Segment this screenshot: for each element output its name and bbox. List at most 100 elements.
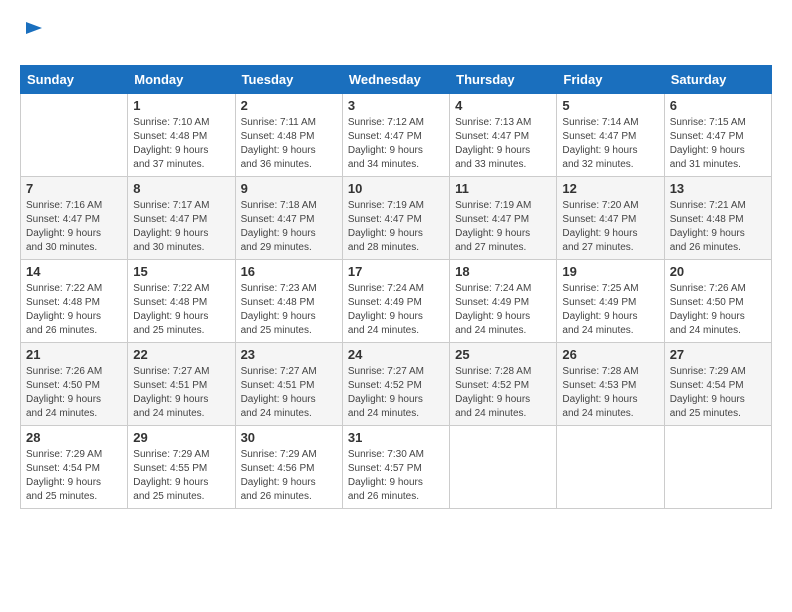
day-number: 9 [241, 181, 337, 196]
calendar-cell: 23 Sunrise: 7:27 AM Sunset: 4:51 PM Dayli… [235, 342, 342, 425]
calendar-cell: 16 Sunrise: 7:23 AM Sunset: 4:48 PM Dayli… [235, 259, 342, 342]
cell-info: Sunrise: 7:10 AM Sunset: 4:48 PM Dayligh… [133, 116, 229, 172]
day-number: 7 [26, 181, 122, 196]
cell-info: Sunrise: 7:27 AM Sunset: 4:51 PM Dayligh… [133, 365, 229, 421]
weekday-header: Sunday [21, 65, 128, 93]
calendar-cell: 12 Sunrise: 7:20 AM Sunset: 4:47 PM Dayli… [557, 176, 664, 259]
day-number: 25 [455, 347, 551, 362]
cell-info: Sunrise: 7:27 AM Sunset: 4:51 PM Dayligh… [241, 365, 337, 421]
day-number: 14 [26, 264, 122, 279]
day-number: 24 [348, 347, 444, 362]
day-number: 30 [241, 430, 337, 445]
cell-info: Sunrise: 7:16 AM Sunset: 4:47 PM Dayligh… [26, 199, 122, 255]
weekday-header: Friday [557, 65, 664, 93]
cell-info: Sunrise: 7:22 AM Sunset: 4:48 PM Dayligh… [26, 282, 122, 338]
calendar-cell: 5 Sunrise: 7:14 AM Sunset: 4:47 PM Daylig… [557, 93, 664, 176]
day-number: 23 [241, 347, 337, 362]
day-number: 27 [670, 347, 766, 362]
calendar-cell: 13Sunrise: 7:21 AM Sunset: 4:48 PM Dayli… [664, 176, 771, 259]
day-number: 13 [670, 181, 766, 196]
day-number: 19 [562, 264, 658, 279]
cell-info: Sunrise: 7:29 AM Sunset: 4:56 PM Dayligh… [241, 448, 337, 504]
calendar-cell: 25 Sunrise: 7:28 AM Sunset: 4:52 PM Dayli… [450, 342, 557, 425]
calendar-cell [450, 425, 557, 508]
cell-info: Sunrise: 7:19 AM Sunset: 4:47 PM Dayligh… [348, 199, 444, 255]
calendar-cell: 10 Sunrise: 7:19 AM Sunset: 4:47 PM Dayli… [342, 176, 449, 259]
cell-info: Sunrise: 7:23 AM Sunset: 4:48 PM Dayligh… [241, 282, 337, 338]
cell-info: Sunrise: 7:17 AM Sunset: 4:47 PM Dayligh… [133, 199, 229, 255]
calendar-cell: 3 Sunrise: 7:12 AM Sunset: 4:47 PM Daylig… [342, 93, 449, 176]
calendar-cell: 6 Sunrise: 7:15 AM Sunset: 4:47 PM Daylig… [664, 93, 771, 176]
calendar-cell: 31Sunrise: 7:30 AM Sunset: 4:57 PM Dayli… [342, 425, 449, 508]
day-number: 11 [455, 181, 551, 196]
day-number: 12 [562, 181, 658, 196]
calendar-cell [21, 93, 128, 176]
calendar-cell: 2 Sunrise: 7:11 AM Sunset: 4:48 PM Daylig… [235, 93, 342, 176]
calendar-table: SundayMondayTuesdayWednesdayThursdayFrid… [20, 65, 772, 509]
logo [20, 20, 46, 49]
calendar-cell: 24 Sunrise: 7:27 AM Sunset: 4:52 PM Dayli… [342, 342, 449, 425]
day-number: 22 [133, 347, 229, 362]
day-number: 18 [455, 264, 551, 279]
cell-info: Sunrise: 7:15 AM Sunset: 4:47 PM Dayligh… [670, 116, 766, 172]
calendar-cell: 1 Sunrise: 7:10 AM Sunset: 4:48 PM Daylig… [128, 93, 235, 176]
calendar-cell: 19 Sunrise: 7:25 AM Sunset: 4:49 PM Dayli… [557, 259, 664, 342]
day-number: 6 [670, 98, 766, 113]
day-number: 2 [241, 98, 337, 113]
calendar-cell: 18 Sunrise: 7:24 AM Sunset: 4:49 PM Dayli… [450, 259, 557, 342]
calendar-cell: 17 Sunrise: 7:24 AM Sunset: 4:49 PM Dayli… [342, 259, 449, 342]
calendar-cell [557, 425, 664, 508]
day-number: 16 [241, 264, 337, 279]
cell-info: Sunrise: 7:12 AM Sunset: 4:47 PM Dayligh… [348, 116, 444, 172]
calendar-cell [664, 425, 771, 508]
calendar-cell: 22 Sunrise: 7:27 AM Sunset: 4:51 PM Dayli… [128, 342, 235, 425]
day-number: 3 [348, 98, 444, 113]
calendar-cell: 9Sunrise: 7:18 AM Sunset: 4:47 PM Daylig… [235, 176, 342, 259]
day-number: 26 [562, 347, 658, 362]
cell-info: Sunrise: 7:28 AM Sunset: 4:52 PM Dayligh… [455, 365, 551, 421]
cell-info: Sunrise: 7:14 AM Sunset: 4:47 PM Dayligh… [562, 116, 658, 172]
day-number: 17 [348, 264, 444, 279]
cell-info: Sunrise: 7:22 AM Sunset: 4:48 PM Dayligh… [133, 282, 229, 338]
calendar-cell: 4 Sunrise: 7:13 AM Sunset: 4:47 PM Daylig… [450, 93, 557, 176]
weekday-header: Saturday [664, 65, 771, 93]
day-number: 21 [26, 347, 122, 362]
day-number: 8 [133, 181, 229, 196]
calendar-header: SundayMondayTuesdayWednesdayThursdayFrid… [21, 65, 772, 93]
cell-info: Sunrise: 7:29 AM Sunset: 4:55 PM Dayligh… [133, 448, 229, 504]
day-number: 28 [26, 430, 122, 445]
weekday-header: Monday [128, 65, 235, 93]
day-number: 10 [348, 181, 444, 196]
day-number: 5 [562, 98, 658, 113]
day-number: 20 [670, 264, 766, 279]
calendar-cell: 15 Sunrise: 7:22 AM Sunset: 4:48 PM Dayli… [128, 259, 235, 342]
cell-info: Sunrise: 7:20 AM Sunset: 4:47 PM Dayligh… [562, 199, 658, 255]
calendar-cell: 30 Sunrise: 7:29 AM Sunset: 4:56 PM Dayli… [235, 425, 342, 508]
day-number: 15 [133, 264, 229, 279]
cell-info: Sunrise: 7:13 AM Sunset: 4:47 PM Dayligh… [455, 116, 551, 172]
cell-info: Sunrise: 7:19 AM Sunset: 4:47 PM Dayligh… [455, 199, 551, 255]
cell-info: Sunrise: 7:29 AM Sunset: 4:54 PM Dayligh… [26, 448, 122, 504]
calendar-cell: 28 Sunrise: 7:29 AM Sunset: 4:54 PM Dayli… [21, 425, 128, 508]
cell-info: Sunrise: 7:24 AM Sunset: 4:49 PM Dayligh… [455, 282, 551, 338]
cell-info: Sunrise: 7:11 AM Sunset: 4:48 PM Dayligh… [241, 116, 337, 172]
logo-flag-icon [22, 20, 46, 44]
cell-info: Sunrise: 7:25 AM Sunset: 4:49 PM Dayligh… [562, 282, 658, 338]
calendar-cell: 27 Sunrise: 7:29 AM Sunset: 4:54 PM Dayli… [664, 342, 771, 425]
cell-info: Sunrise: 7:24 AM Sunset: 4:49 PM Dayligh… [348, 282, 444, 338]
cell-info: Sunrise: 7:28 AM Sunset: 4:53 PM Dayligh… [562, 365, 658, 421]
calendar-cell: 7 Sunrise: 7:16 AM Sunset: 4:47 PM Daylig… [21, 176, 128, 259]
cell-info: Sunrise: 7:29 AM Sunset: 4:54 PM Dayligh… [670, 365, 766, 421]
calendar-cell: 26 Sunrise: 7:28 AM Sunset: 4:53 PM Dayli… [557, 342, 664, 425]
page-header [20, 20, 772, 49]
cell-info: Sunrise: 7:26 AM Sunset: 4:50 PM Dayligh… [26, 365, 122, 421]
cell-info: Sunrise: 7:27 AM Sunset: 4:52 PM Dayligh… [348, 365, 444, 421]
calendar-cell: 8 Sunrise: 7:17 AM Sunset: 4:47 PM Daylig… [128, 176, 235, 259]
day-number: 1 [133, 98, 229, 113]
day-number: 4 [455, 98, 551, 113]
day-number: 31 [348, 430, 444, 445]
weekday-header: Thursday [450, 65, 557, 93]
calendar-cell: 29 Sunrise: 7:29 AM Sunset: 4:55 PM Dayli… [128, 425, 235, 508]
day-number: 29 [133, 430, 229, 445]
calendar-cell: 21 Sunrise: 7:26 AM Sunset: 4:50 PM Dayli… [21, 342, 128, 425]
